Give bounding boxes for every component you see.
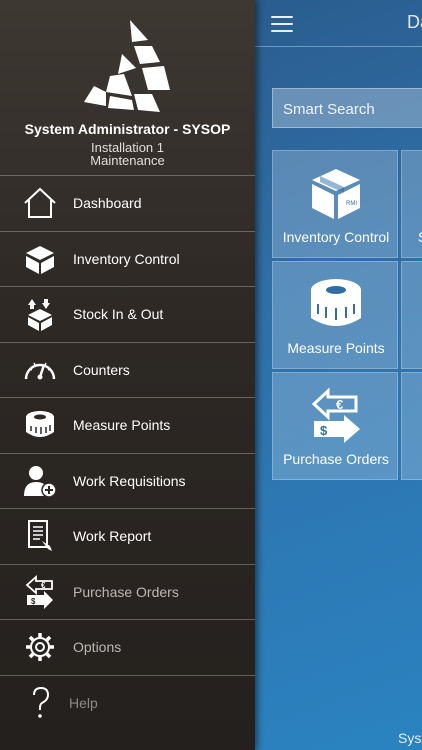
menu-item-label: Options — [73, 639, 122, 655]
svg-text:RMI: RMI — [346, 201, 357, 207]
tile-purchase-orders[interactable]: € $ Purchase Orders — [272, 372, 398, 480]
svg-text:$: $ — [320, 423, 328, 438]
side-menu: System Administrator - SYSOP Installatio… — [0, 0, 255, 750]
tile-partial[interactable] — [401, 372, 422, 480]
search-input[interactable] — [273, 89, 422, 129]
box-icon: RMI — [312, 169, 360, 219]
menu-item-work-report[interactable]: Work Report — [0, 508, 255, 564]
menu-item-purchase-orders[interactable]: € $ Purchase Orders — [0, 563, 255, 620]
top-bar: Dashboard — [255, 0, 422, 47]
menu-item-options[interactable]: Options — [0, 619, 255, 675]
company-logo — [84, 20, 170, 112]
menu-item-measure-points[interactable]: Measure Points — [0, 397, 255, 453]
menu-item-help[interactable]: Help — [0, 674, 255, 731]
tile-label: Measure Points — [287, 340, 385, 356]
tile-label: S — [418, 229, 422, 245]
stock-icon — [28, 299, 52, 331]
hamburger-menu-icon[interactable] — [271, 16, 293, 32]
menu-item-counters[interactable]: Counters — [0, 341, 255, 398]
menu-item-label: Purchase Orders — [73, 583, 179, 600]
tile-label: Purchase Orders — [283, 451, 389, 467]
question-icon — [33, 686, 50, 718]
gear-icon — [26, 633, 54, 661]
gauge-icon — [24, 362, 56, 379]
tile-inventory-control[interactable]: RMI Inventory Control — [272, 150, 398, 258]
box-icon — [26, 245, 54, 274]
menu-item-dashboard[interactable]: Dashboard — [0, 175, 255, 231]
role-label: Maintenance — [90, 153, 165, 168]
menu-item-label: Help — [69, 694, 98, 711]
svg-text:€: € — [41, 581, 46, 590]
user-name: System Administrator - SYSOP — [24, 121, 231, 137]
menu-item-label: Measure Points — [73, 417, 171, 433]
tile-partial[interactable] — [401, 261, 422, 369]
page-title: Dashboard — [407, 12, 422, 32]
tile-measure-points[interactable]: Measure Points — [272, 261, 398, 369]
menu-item-work-requisitions[interactable]: Work Requisitions — [0, 452, 255, 509]
menu-item-stock-in-out[interactable]: Stock In & Out — [0, 286, 255, 342]
menu-item-label: Stock In & Out — [73, 306, 164, 322]
menu-list: Dashboard Inventory Control Stock In & O… — [0, 175, 255, 730]
report-icon — [28, 520, 52, 551]
svg-text:€: € — [336, 397, 343, 412]
menu-item-label: Work Report — [73, 528, 152, 544]
footer-label: System — [398, 730, 422, 746]
main-panel: Dashboard RMI Inventory Control S — [255, 0, 422, 750]
tile-label: Inventory Control — [282, 229, 390, 245]
profile-header: System Administrator - SYSOP Installatio… — [0, 0, 255, 175]
tile-partial[interactable]: S — [401, 150, 422, 258]
currency-exchange-icon: € $ — [311, 387, 360, 443]
menu-item-label: Work Requisitions — [73, 472, 186, 489]
svg-text:$: $ — [31, 597, 36, 606]
smart-search-field[interactable] — [272, 88, 422, 129]
measuring-tape-icon — [26, 411, 54, 437]
user-add-icon — [24, 465, 57, 498]
menu-item-label: Dashboard — [73, 195, 142, 211]
menu-item-label: Counters — [73, 361, 130, 378]
currency-exchange-icon: € $ — [25, 574, 53, 609]
home-icon — [24, 187, 56, 218]
measuring-tape-icon — [311, 279, 361, 326]
menu-item-label: Inventory Control — [73, 250, 180, 267]
menu-item-inventory-control[interactable]: Inventory Control — [0, 230, 255, 287]
